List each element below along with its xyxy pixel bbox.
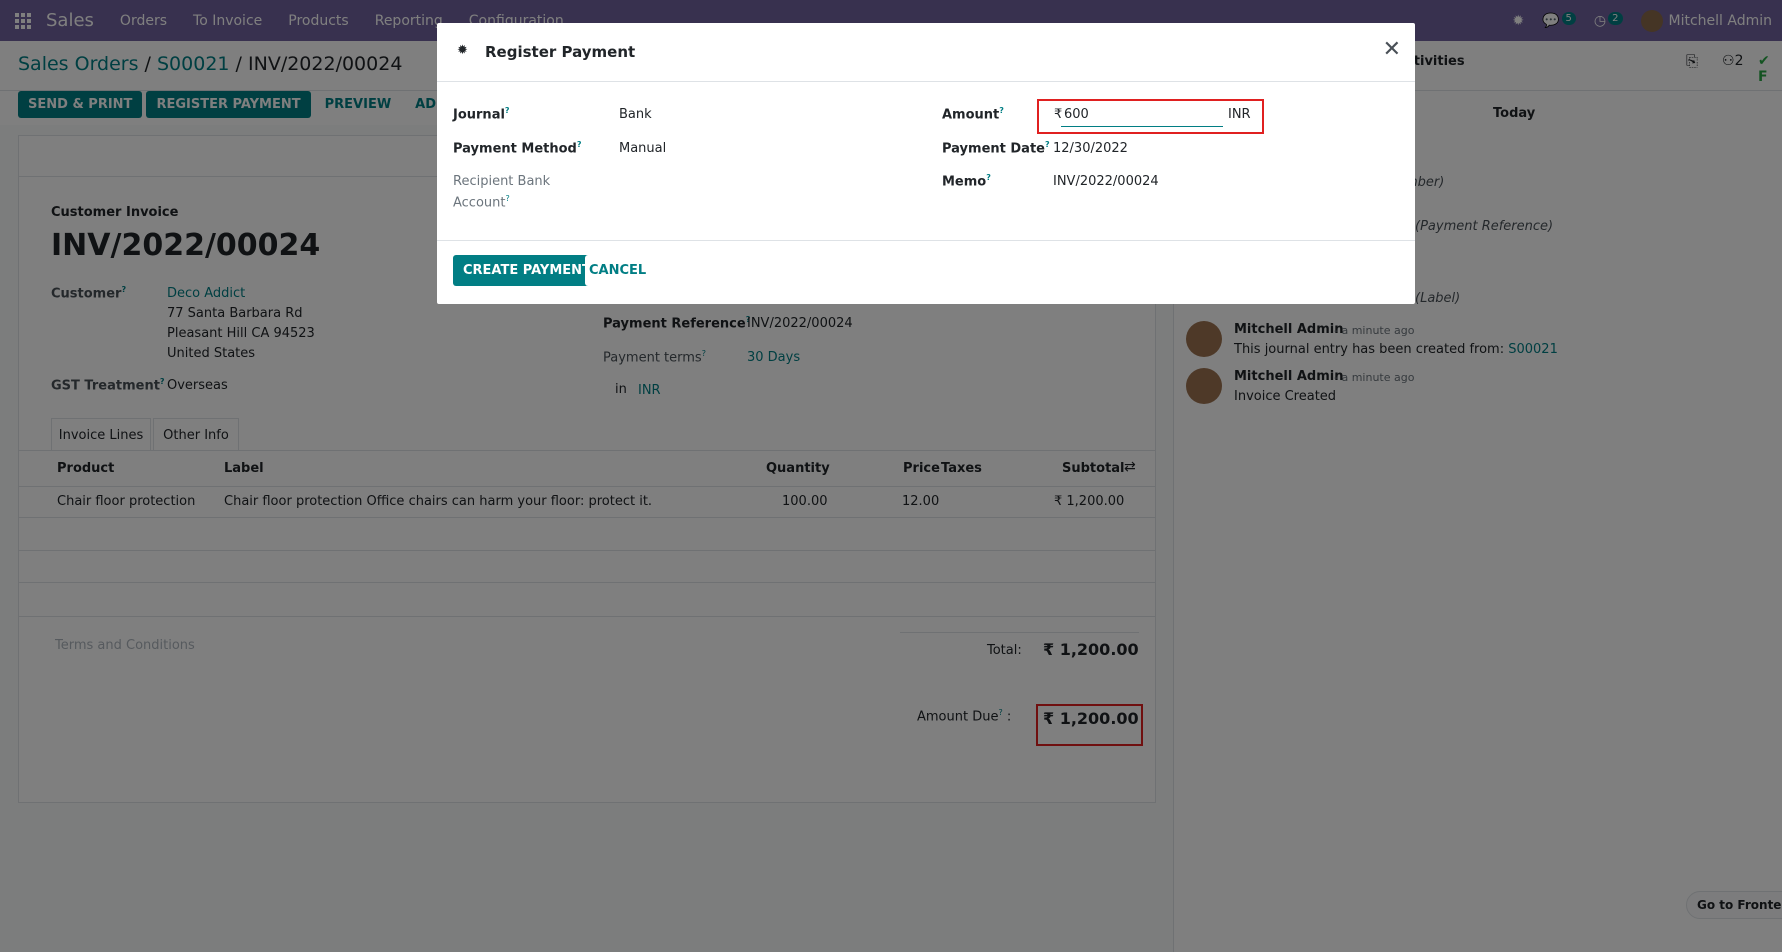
- payment-date-field[interactable]: 12/30/2022: [1053, 141, 1128, 156]
- recipient-bank-label: Recipient Bank: [453, 174, 551, 189]
- payment-date-label: Payment Date?: [942, 140, 1050, 157]
- journal-label: Journal?: [453, 106, 510, 123]
- debug-bug-icon: ✹: [457, 43, 468, 58]
- payment-method-field[interactable]: Manual: [619, 141, 666, 156]
- register-payment-dialog: ✹ Register Payment ✕ Journal? Bank Payme…: [437, 23, 1415, 304]
- cancel-button[interactable]: CANCEL: [585, 255, 651, 286]
- dialog-footer: CREATE PAYMENT CANCEL: [437, 240, 1415, 304]
- create-payment-button[interactable]: CREATE PAYMENT: [453, 255, 601, 286]
- journal-field[interactable]: Bank: [619, 107, 652, 122]
- dialog-header: ✹ Register Payment ✕: [437, 23, 1415, 82]
- memo-label: Memo?: [942, 173, 991, 190]
- memo-field[interactable]: INV/2022/00024: [1053, 174, 1159, 189]
- close-icon[interactable]: ✕: [1383, 37, 1401, 62]
- dialog-title: Register Payment: [485, 43, 636, 61]
- amount-highlight: [1037, 99, 1264, 134]
- recipient-bank-label-2: Account?: [453, 194, 510, 211]
- payment-method-label: Payment Method?: [453, 140, 582, 157]
- amount-label: Amount?: [942, 106, 1004, 123]
